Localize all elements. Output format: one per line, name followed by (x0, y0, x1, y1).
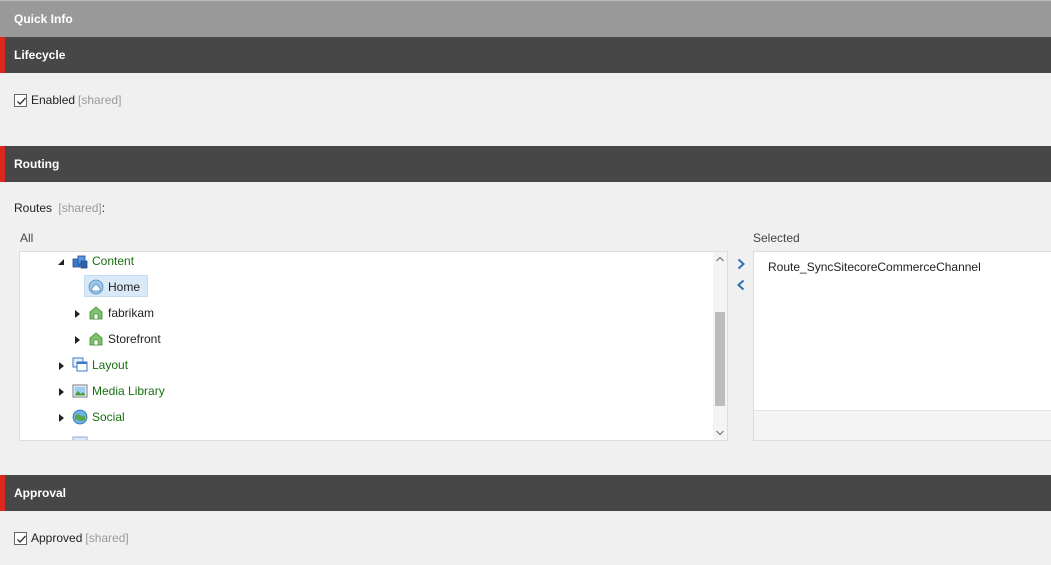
tree-node-label: Home (108, 280, 141, 294)
tree-node-label: fabrikam (108, 306, 155, 320)
home-icon (88, 279, 104, 295)
tree-node-storefront[interactable]: Storefront (72, 328, 161, 350)
approved-label: Approved (31, 531, 83, 545)
remove-route-button[interactable] (734, 277, 748, 293)
tree-node-label: Social (92, 410, 125, 424)
site-icon (88, 331, 104, 347)
tree-node-label: Storefront (108, 332, 161, 346)
routes-shared-tag: [shared] (58, 201, 102, 215)
layout-icon (72, 357, 88, 373)
add-route-button[interactable] (734, 256, 748, 272)
tree-node-fabrikam[interactable]: fabrikam (72, 302, 154, 324)
expand-arrow-icon[interactable] (56, 412, 66, 422)
enabled-checkbox[interactable] (14, 93, 27, 107)
tree-node-layout[interactable]: Layout (56, 354, 128, 376)
expand-arrow-icon[interactable] (56, 360, 66, 370)
selected-list-footer (754, 410, 1051, 440)
check-icon (17, 535, 26, 543)
approved-shared-tag: [shared] (85, 531, 129, 545)
routing-section-header[interactable]: Routing (0, 146, 1051, 182)
tree-node-home[interactable]: Home (88, 276, 140, 298)
routes-tree[interactable]: Content Home fabrikam Storefront Layout … (19, 251, 728, 441)
tree-node-partial[interactable] (56, 432, 92, 440)
enabled-field: Enabled [shared] (14, 92, 121, 108)
approved-field: Approved [shared] (14, 530, 129, 546)
enabled-shared-tag: [shared] (78, 93, 122, 107)
chevron-right-icon (737, 258, 745, 270)
quick-info-title: Quick Info (14, 12, 73, 26)
chevron-left-icon (737, 279, 745, 291)
approval-title: Approval (14, 486, 67, 500)
selected-routes-list[interactable]: Route_SyncSitecoreCommerceChannel (753, 251, 1051, 441)
tree-node-label: Media Library (92, 384, 165, 398)
routes-label-colon: : (101, 201, 106, 215)
selected-route-item[interactable]: Route_SyncSitecoreCommerceChannel (768, 260, 981, 274)
expand-arrow-icon[interactable] (56, 386, 66, 396)
approved-checkbox[interactable] (14, 531, 27, 545)
tree-node-social[interactable]: Social (56, 406, 125, 428)
routes-field-label: Routes [shared]: (14, 201, 105, 215)
tree-node-media-library[interactable]: Media Library (56, 380, 165, 402)
scroll-up-button[interactable] (713, 252, 727, 266)
approval-section-header[interactable]: Approval (0, 475, 1051, 511)
media-library-icon (72, 383, 88, 399)
enabled-label: Enabled (31, 93, 76, 107)
quick-info-header[interactable]: Quick Info (0, 0, 1051, 37)
selected-pane-label: Selected (753, 231, 800, 245)
lifecycle-title: Lifecycle (14, 48, 66, 62)
routing-title: Routing (14, 157, 60, 171)
site-icon (88, 305, 104, 321)
expand-arrow-icon[interactable] (56, 438, 66, 440)
system-icon (72, 435, 88, 440)
social-icon (72, 409, 88, 425)
check-icon (17, 97, 26, 105)
tree-scrollbar[interactable] (713, 252, 727, 440)
all-pane-label: All (20, 231, 34, 245)
routes-label: Routes (14, 201, 53, 215)
scroll-down-button[interactable] (713, 426, 727, 440)
tree-node-label: Layout (92, 358, 129, 372)
lifecycle-section-header[interactable]: Lifecycle (0, 37, 1051, 73)
chevron-up-icon (716, 256, 724, 262)
scroll-thumb[interactable] (715, 312, 725, 406)
chevron-down-icon (716, 430, 724, 436)
collapse-arrow-icon[interactable] (56, 256, 66, 266)
expand-arrow-icon[interactable] (72, 308, 82, 318)
tree-node-label: Content (92, 254, 135, 268)
tree-node-content[interactable]: Content (56, 252, 135, 272)
expand-arrow-icon[interactable] (72, 334, 82, 344)
content-icon (72, 253, 88, 269)
